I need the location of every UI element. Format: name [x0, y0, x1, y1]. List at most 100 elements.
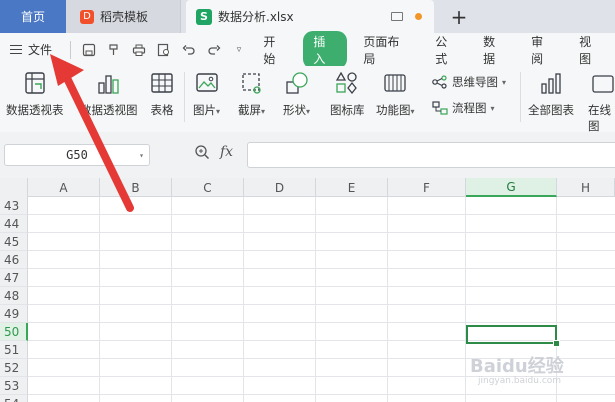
table-button[interactable]: 表格 — [149, 70, 175, 118]
tab-templates[interactable]: D 稻壳模板 — [66, 0, 181, 33]
picture-button[interactable]: 图片▾ — [193, 70, 220, 118]
select-all-corner[interactable] — [0, 178, 28, 197]
name-box[interactable]: G50 ▾ — [4, 144, 150, 166]
column-header-e[interactable]: E — [316, 178, 388, 197]
row-header-54[interactable]: 54 — [0, 395, 28, 402]
icon-library-button[interactable]: 图标库 — [330, 70, 365, 118]
grid-line — [99, 197, 100, 402]
function-chart-icon — [384, 74, 406, 92]
screenshot-button[interactable]: 截屏▾ — [238, 70, 265, 118]
tab-insert[interactable]: 插入 — [303, 30, 348, 69]
save-icon[interactable] — [77, 38, 102, 62]
mindmap-button[interactable]: 思维导图 ▾ — [432, 74, 506, 90]
file-menu-button[interactable]: 文件 — [0, 41, 64, 58]
zoom-search-icon[interactable] — [194, 144, 210, 160]
tab-review[interactable]: 审阅 — [519, 33, 567, 67]
online-charts-label: 在线图 — [588, 103, 611, 133]
format-painter-icon[interactable] — [102, 38, 127, 62]
screenshot-label: 截屏▾ — [238, 103, 266, 117]
all-charts-icon — [541, 73, 561, 94]
grid-line — [315, 197, 316, 402]
quick-access-dropdown-icon[interactable]: ▿ — [226, 38, 251, 62]
row-header-46[interactable]: 46 — [0, 251, 28, 269]
active-cell-g50[interactable] — [466, 325, 557, 344]
tab-start[interactable]: 开始 — [251, 33, 299, 67]
watermark-brand: Baidu经验 — [470, 356, 564, 377]
tab-page-layout[interactable]: 页面布局 — [351, 33, 423, 67]
tab-formulas[interactable]: 公式 — [423, 33, 471, 67]
monitor-icon[interactable] — [391, 12, 403, 21]
picture-label: 图片▾ — [193, 103, 221, 117]
function-wizard-button[interactable]: fx — [220, 144, 233, 160]
column-header-a[interactable]: A — [28, 178, 100, 197]
pivot-table-button[interactable]: 数据透视表 — [6, 70, 64, 118]
grid-line — [387, 197, 388, 402]
column-header-d[interactable]: D — [244, 178, 316, 197]
column-header-f[interactable]: F — [388, 178, 466, 197]
redo-icon[interactable] — [202, 38, 227, 62]
print-preview-icon[interactable] — [152, 38, 177, 62]
tab-bar: 首页 D 稻壳模板 S 数据分析.xlsx + — [0, 0, 615, 33]
tab-workbook-label: 数据分析.xlsx — [218, 10, 294, 24]
row-header-43[interactable]: 43 — [0, 197, 28, 215]
undo-icon[interactable] — [177, 38, 202, 62]
icon-library-icon — [336, 71, 358, 95]
screenshot-icon — [241, 73, 261, 94]
online-charts-button[interactable]: 在线图 — [588, 70, 615, 134]
row-header-49[interactable]: 49 — [0, 305, 28, 323]
row-header-44[interactable]: 44 — [0, 215, 28, 233]
unsaved-dot-icon — [415, 13, 422, 20]
daoke-logo-icon: D — [80, 9, 94, 24]
row-header-48[interactable]: 48 — [0, 287, 28, 305]
fill-handle[interactable] — [553, 340, 560, 347]
row-header-53[interactable]: 53 — [0, 377, 28, 395]
grid-line — [171, 197, 172, 402]
grid-line — [28, 232, 615, 233]
grid-line — [465, 197, 466, 402]
grid-line — [28, 250, 615, 251]
column-header-row: A B C D E F G H — [0, 178, 615, 197]
flowchart-button[interactable]: 流程图 ▾ — [432, 100, 495, 116]
formula-input[interactable] — [247, 142, 615, 168]
file-menu-label: 文件 — [28, 43, 53, 57]
spreadsheet-logo-icon: S — [196, 8, 212, 25]
chevron-down-icon[interactable]: ▾ — [139, 151, 144, 160]
icon-library-label: 图标库 — [330, 103, 365, 117]
shapes-label: 形状▾ — [283, 103, 311, 117]
grid-line — [28, 268, 615, 269]
grid-line — [28, 394, 615, 395]
name-box-value: G50 — [66, 148, 88, 162]
row-header-45[interactable]: 45 — [0, 233, 28, 251]
row-header-51[interactable]: 51 — [0, 341, 28, 359]
new-tab-button[interactable]: + — [446, 0, 472, 33]
tab-data[interactable]: 数据 — [471, 33, 519, 67]
tab-home-label: 首页 — [20, 10, 45, 24]
tab-home[interactable]: 首页 — [0, 0, 66, 33]
column-header-g[interactable]: G — [466, 178, 557, 197]
watermark-url: jingyan.baidu.com — [478, 376, 562, 386]
separator — [69, 40, 71, 59]
flowchart-icon — [432, 101, 448, 115]
ribbon-separator — [520, 72, 521, 122]
pivot-chart-button[interactable]: 数据透视图 — [80, 70, 138, 118]
all-charts-button[interactable]: 全部图表 — [528, 70, 574, 118]
column-header-h[interactable]: H — [557, 178, 615, 197]
row-header-47[interactable]: 47 — [0, 269, 28, 287]
tab-view[interactable]: 视图 — [567, 33, 615, 67]
online-charts-icon — [591, 75, 614, 93]
baidu-watermark: Baidu经验 jingyan.baidu.com — [470, 352, 564, 386]
pivot-chart-label: 数据透视图 — [80, 103, 138, 117]
column-header-b[interactable]: B — [100, 178, 172, 197]
row-header-52[interactable]: 52 — [0, 359, 28, 377]
grid-line — [243, 197, 244, 402]
column-header-c[interactable]: C — [172, 178, 244, 197]
print-icon[interactable] — [127, 38, 152, 62]
tab-templates-label: 稻壳模板 — [100, 10, 149, 24]
function-chart-button[interactable]: 功能图▾ — [376, 70, 415, 118]
table-icon — [151, 73, 173, 93]
shapes-button[interactable]: 形状▾ — [283, 70, 310, 118]
row-header-50[interactable]: 50 — [0, 323, 28, 341]
tab-workbook[interactable]: S 数据分析.xlsx — [186, 0, 434, 33]
hamburger-icon — [10, 45, 22, 54]
menu-bar: 文件 ▿ 开始 插入 页面布局 公式 数据 审阅 视图 — [0, 30, 615, 69]
